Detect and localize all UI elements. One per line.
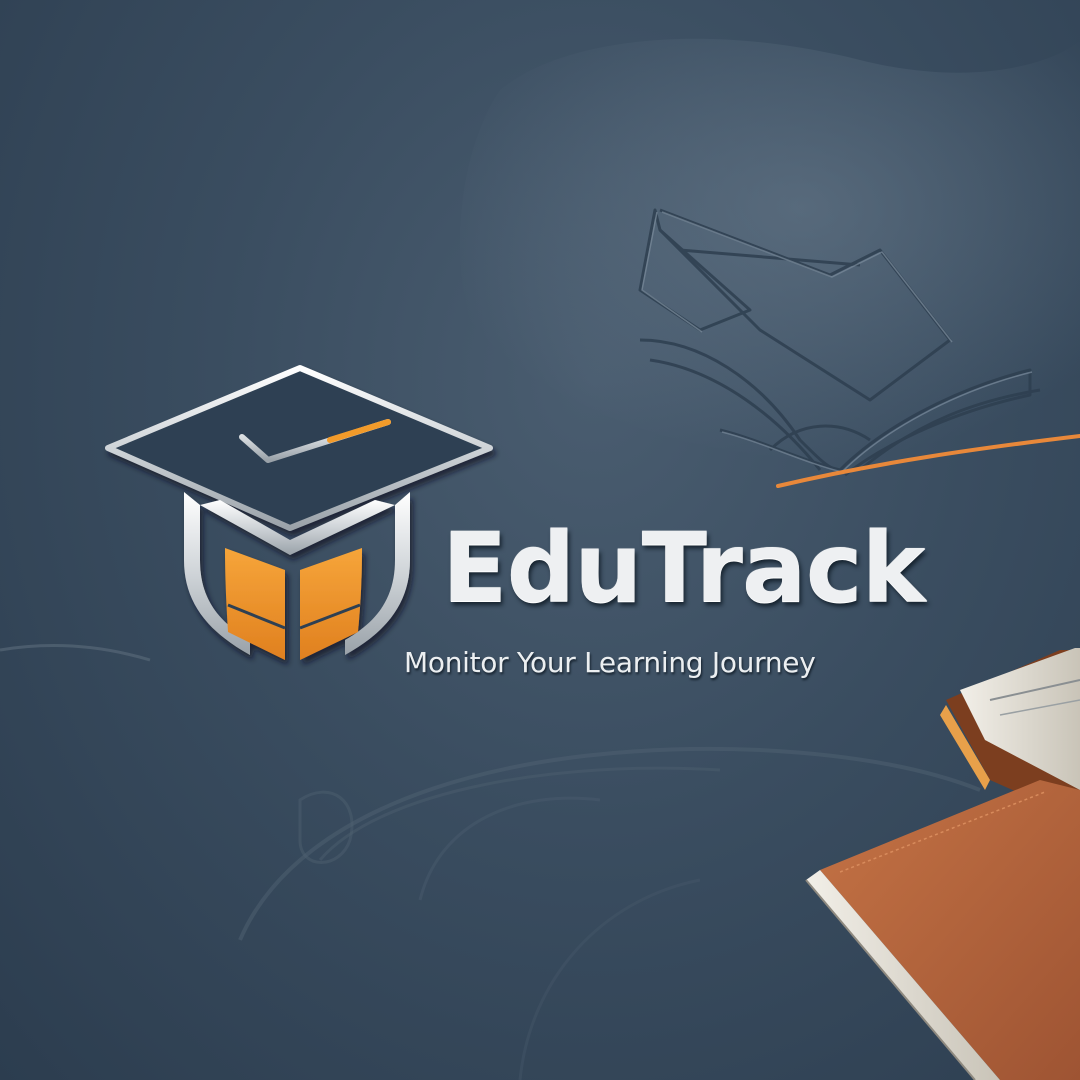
logo-poster: EduTrack Monitor Your Learning Journey [0,0,1080,1080]
tagline: Monitor Your Learning Journey [404,646,816,679]
brand-name: EduTrack [442,512,925,624]
